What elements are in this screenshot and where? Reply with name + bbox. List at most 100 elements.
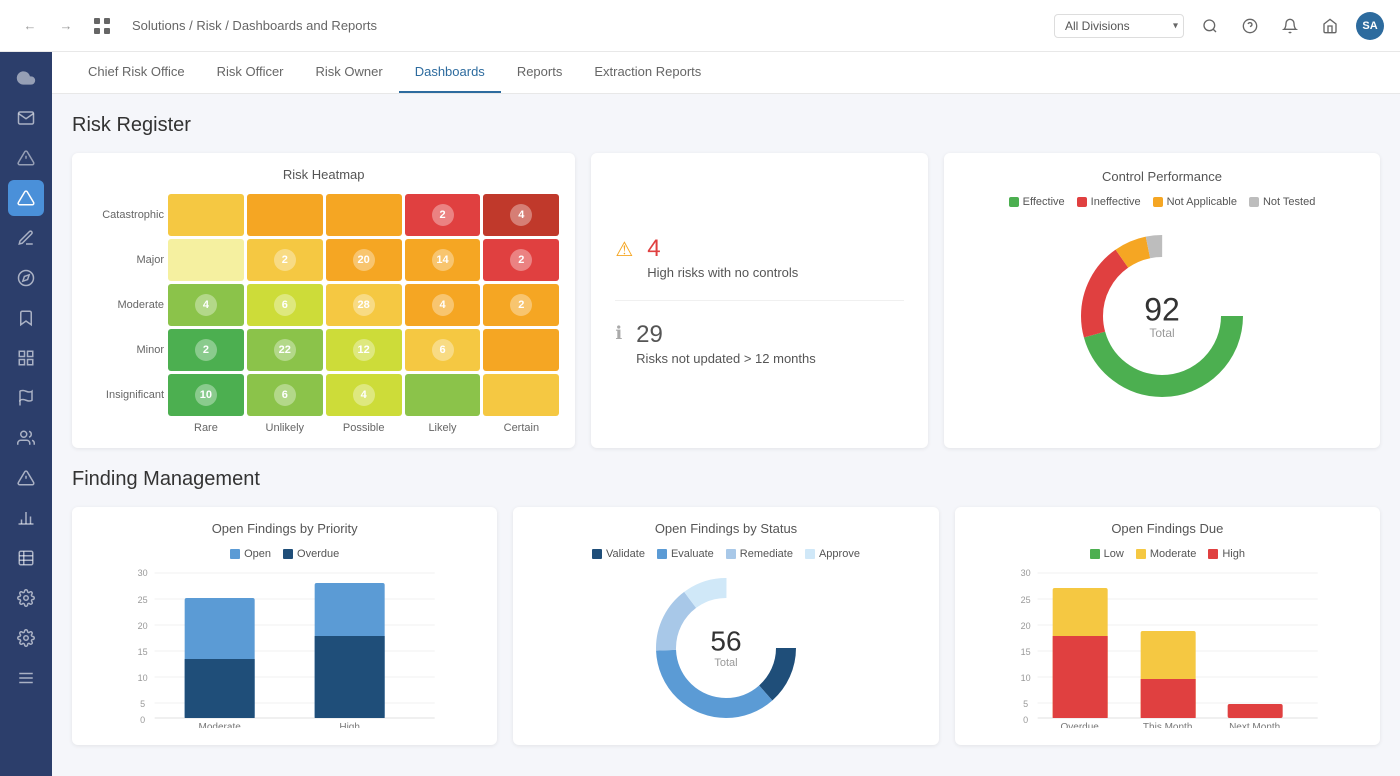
cell[interactable]: 4 (483, 194, 559, 236)
x-label-unlikely: Unlikely (247, 422, 323, 434)
cell[interactable]: 4 (168, 284, 244, 326)
cell[interactable]: 4 (405, 284, 481, 326)
breadcrumb: Solutions / Risk / Dashboards and Report… (132, 18, 1046, 33)
subnav-extraction-reports[interactable]: Extraction Reports (578, 52, 717, 93)
cell[interactable]: 2 (168, 329, 244, 371)
legend-ineffective: Ineffective (1077, 196, 1141, 208)
top-actions: All Divisions SA (1054, 12, 1384, 40)
high-risks-label: High risks with no controls (647, 265, 798, 280)
x-next-month: Next Month (1229, 722, 1280, 728)
due-bar-svg: 30 25 20 15 10 5 0 (977, 568, 1358, 728)
sidebar-item-bar-chart[interactable] (8, 500, 44, 536)
findings-priority-title: Open Findings by Priority (88, 521, 481, 536)
sidebar-item-settings[interactable] (8, 580, 44, 616)
legend-label-remediate: Remediate (740, 548, 793, 560)
priority-bar-svg: 30 25 20 15 10 5 0 (98, 568, 471, 728)
cell[interactable] (483, 374, 559, 416)
division-select[interactable]: All Divisions (1054, 14, 1184, 38)
notification-button[interactable] (1276, 12, 1304, 40)
sidebar-item-menu[interactable] (8, 660, 44, 696)
sidebar-item-mail[interactable] (8, 100, 44, 136)
cell[interactable] (405, 374, 481, 416)
cell[interactable]: 20 (326, 239, 402, 281)
heatmap-card: Risk Heatmap Catastrophic 2 4 (72, 153, 575, 448)
sidebar-item-alert[interactable] (8, 460, 44, 496)
x-high: High (339, 722, 360, 728)
cell[interactable]: 2 (483, 239, 559, 281)
high-risks-item[interactable]: ⚠ 4 High risks with no controls (615, 215, 904, 301)
sidebar-item-users[interactable] (8, 420, 44, 456)
subnav-reports[interactable]: Reports (501, 52, 579, 93)
findings-due-title: Open Findings Due (971, 521, 1364, 536)
x-moderate: Moderate (199, 722, 242, 728)
sidebar-item-active[interactable] (8, 180, 44, 216)
cell[interactable] (326, 194, 402, 236)
home-button[interactable] (1316, 12, 1344, 40)
sidebar-item-compass[interactable] (8, 260, 44, 296)
sidebar-item-flag[interactable] (8, 380, 44, 416)
cell[interactable] (168, 239, 244, 281)
subnav-risk-owner[interactable]: Risk Owner (300, 52, 399, 93)
sidebar-item-bookmark[interactable] (8, 300, 44, 336)
legend-sq-validate (592, 549, 602, 559)
bar-overdue-high[interactable] (1052, 636, 1107, 718)
main-content: Chief Risk Office Risk Officer Risk Owne… (52, 52, 1400, 776)
cell-value: 6 (274, 294, 296, 316)
bar-moderate-overdue[interactable] (185, 659, 255, 718)
y-10b: 10 (1020, 673, 1030, 683)
cell-value: 4 (195, 294, 217, 316)
cell[interactable]: 10 (168, 374, 244, 416)
cell-value: 4 (432, 294, 454, 316)
cell[interactable]: 6 (405, 329, 481, 371)
legend-low: Low (1090, 548, 1124, 560)
row-label-catastrophic: Catastrophic (88, 209, 164, 221)
heatmap-title: Risk Heatmap (88, 167, 559, 182)
sidebar-item-table[interactable] (8, 540, 44, 576)
bar-thismonth-high[interactable] (1140, 679, 1195, 718)
risk-register-title: Risk Register (72, 114, 1380, 137)
cell[interactable] (168, 194, 244, 236)
cell-value: 20 (353, 249, 375, 271)
cell[interactable] (247, 194, 323, 236)
sidebar-item-layout[interactable] (8, 340, 44, 376)
sidebar (0, 52, 52, 776)
cell[interactable]: 28 (326, 284, 402, 326)
sidebar-item-cloud[interactable] (8, 60, 44, 96)
cell[interactable]: 6 (247, 284, 323, 326)
outdated-risks-item[interactable]: ℹ 29 Risks not updated > 12 months (615, 301, 904, 386)
back-button[interactable]: ← (16, 12, 44, 40)
cell-value: 4 (510, 204, 532, 226)
subnav-chief-risk-office[interactable]: Chief Risk Office (72, 52, 201, 93)
cell[interactable]: 12 (326, 329, 402, 371)
search-button[interactable] (1196, 12, 1224, 40)
help-button[interactable] (1236, 12, 1264, 40)
y-0: 0 (140, 715, 145, 725)
legend-sq-moderate-due (1136, 549, 1146, 559)
finding-management-title: Finding Management (72, 468, 1380, 491)
bar-nextmonth-high[interactable] (1227, 704, 1282, 718)
outdated-risks-count: 29 (636, 321, 816, 349)
cell[interactable]: 2 (247, 239, 323, 281)
cell-value: 28 (353, 294, 375, 316)
cell[interactable]: 14 (405, 239, 481, 281)
subnav-dashboards[interactable]: Dashboards (399, 52, 501, 93)
legend-sq-low (1090, 549, 1100, 559)
legend-label-ineffective: Ineffective (1091, 196, 1141, 208)
cell[interactable]: 4 (326, 374, 402, 416)
sidebar-item-risk[interactable] (8, 140, 44, 176)
cell[interactable]: 6 (247, 374, 323, 416)
forward-button[interactable]: → (52, 12, 80, 40)
sidebar-item-pen[interactable] (8, 220, 44, 256)
layout: Chief Risk Office Risk Officer Risk Owne… (0, 52, 1400, 776)
cell[interactable]: 2 (483, 284, 559, 326)
sidebar-item-settings2[interactable] (8, 620, 44, 656)
bar-high-overdue[interactable] (315, 636, 385, 718)
cell[interactable]: 22 (247, 329, 323, 371)
legend-not-tested: Not Tested (1249, 196, 1315, 208)
cell[interactable]: 2 (405, 194, 481, 236)
cell[interactable] (483, 329, 559, 371)
avatar[interactable]: SA (1356, 12, 1384, 40)
cell-value: 6 (274, 384, 296, 406)
subnav-risk-officer[interactable]: Risk Officer (201, 52, 300, 93)
row-label-major: Major (88, 254, 164, 266)
